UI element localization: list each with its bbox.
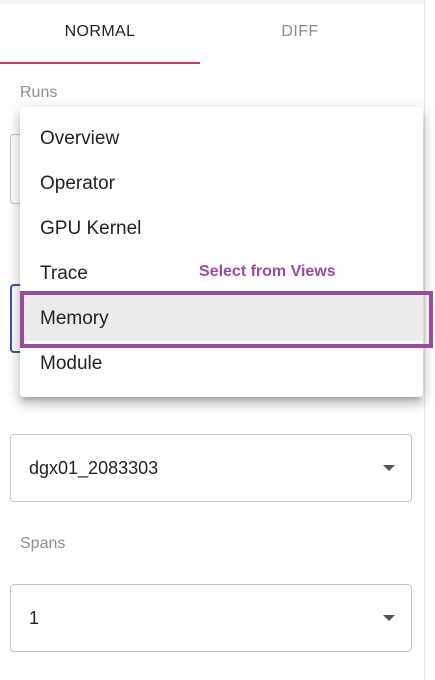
menu-item-operator[interactable]: Operator — [20, 161, 423, 206]
caret-down-icon — [383, 615, 395, 621]
caret-down-icon — [383, 465, 395, 471]
sidebar-panel: NORMAL DIFF Runs Workers dgx01_2083303 S… — [0, 0, 435, 680]
workers-select[interactable]: dgx01_2083303 — [10, 434, 412, 502]
workers-value: dgx01_2083303 — [29, 457, 159, 478]
annotation-label: Select from Views — [199, 263, 336, 280]
spans-value: 1 — [29, 607, 40, 628]
menu-item-gpu-kernel[interactable]: GPU Kernel — [20, 206, 423, 251]
spans-select[interactable]: 1 — [10, 584, 412, 652]
tab-diff[interactable]: DIFF — [200, 0, 400, 64]
spans-label: Spans — [20, 535, 66, 552]
runs-label: Runs — [20, 84, 58, 101]
annotation-highlight-box — [20, 291, 433, 348]
views-dropdown-menu: Overview Operator GPU Kernel Trace Memor… — [20, 107, 423, 397]
menu-item-overview[interactable]: Overview — [20, 116, 423, 161]
tab-normal[interactable]: NORMAL — [0, 0, 200, 64]
active-tab-indicator — [0, 62, 200, 64]
